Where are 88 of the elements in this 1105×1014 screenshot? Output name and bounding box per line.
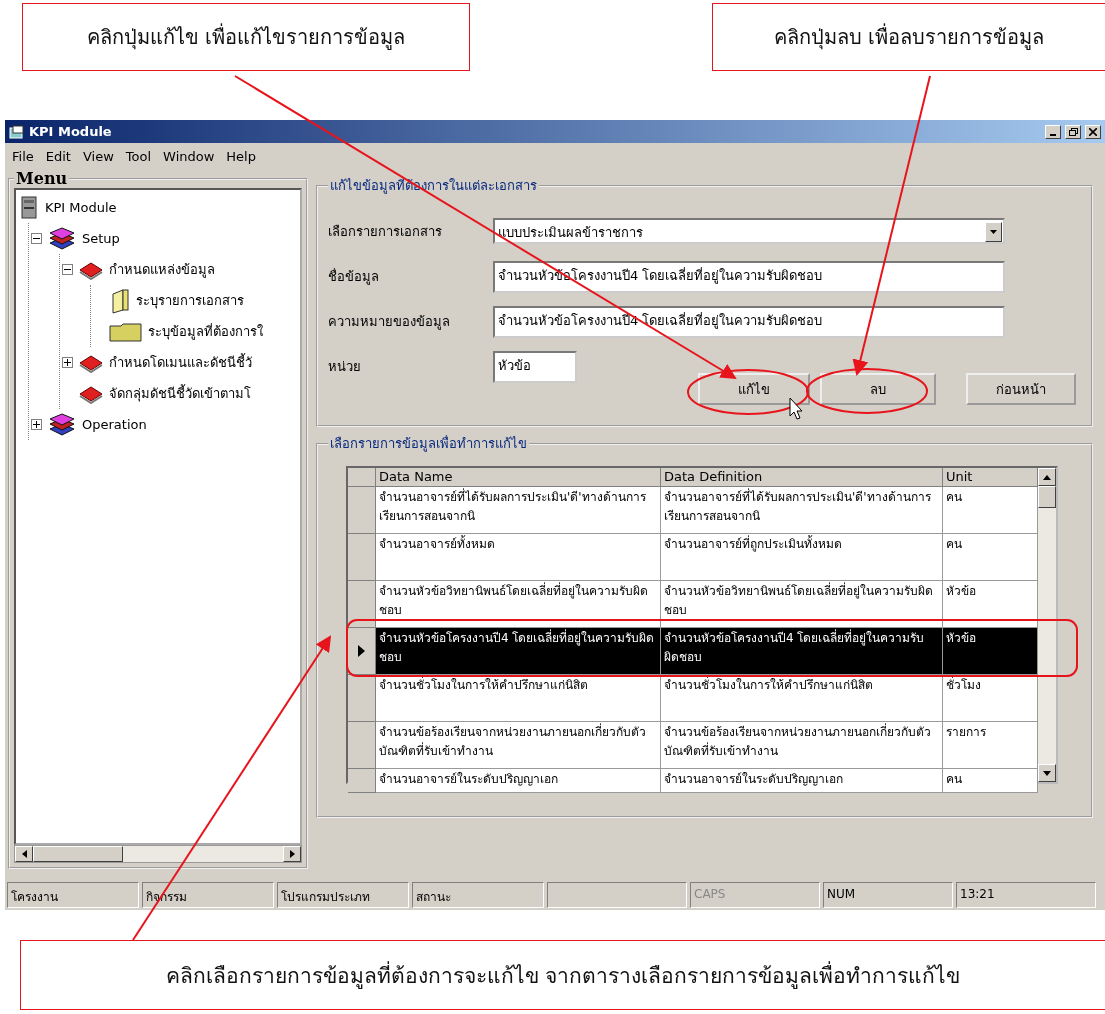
status-pane: โปรแกรมประเภท — [277, 882, 409, 908]
menu-item[interactable]: File — [9, 148, 37, 164]
down-arrow-icon — [1043, 770, 1051, 776]
field-label: ความหมายของข้อมูล — [328, 313, 451, 332]
document-dropdown[interactable]: แบบประเมินผลข้าราชการ — [493, 218, 1005, 244]
expand-box[interactable] — [62, 357, 73, 368]
minimize-icon — [1050, 133, 1056, 136]
computer-icon — [20, 195, 40, 220]
table-cell: จำนวนหัวข้อวิทยานิพนธ์โดยเฉลี่ยที่อยู่ในความรับผิดชอบ — [376, 581, 661, 628]
table-cell: จำนวนอาจารย์ในระดับปริญญาเอก — [661, 769, 943, 793]
vertical-scrollbar[interactable] — [1038, 468, 1056, 782]
table-cell: จำนวนหัวข้อโครงงานปี4 โดยเฉลี่ยที่อยู่ในความรับผิดชอบ — [376, 628, 661, 675]
close-icon — [1089, 127, 1097, 136]
table-cell: จำนวนหัวข้อโครงงานปี4 โดยเฉลี่ยที่อยู่ในความรับผิดชอบ — [661, 628, 943, 675]
menu-item[interactable]: Tool — [122, 148, 155, 164]
field-label: หน่วย — [328, 358, 362, 376]
status-pane: โครงงาน — [7, 882, 139, 908]
tree-item[interactable]: ระบุข้อมูลที่ต้องการใ — [148, 321, 263, 342]
table-cell: คน — [943, 487, 1038, 534]
table-cell: จำนวนข้อร้องเรียนจากหน่วยงานภายนอกเกี่ยวกับตัวบัณฑิตที่รับเข้าทำงาน — [661, 722, 943, 769]
form-button[interactable]: แก้ไข — [698, 373, 810, 405]
horizontal-scrollbar[interactable] — [14, 845, 302, 863]
panel-title: Menu — [15, 169, 69, 188]
tree-item[interactable]: กำหนดแหล่งข้อมูล — [109, 259, 215, 280]
menu-item[interactable]: Window — [160, 148, 218, 164]
caret-icon — [990, 230, 997, 234]
table-cell: หัวข้อ — [943, 581, 1038, 628]
tree-item[interactable]: Operation — [82, 417, 147, 432]
menu-item[interactable]: View — [79, 148, 117, 164]
input-field[interactable]: หัวข้อ — [493, 350, 577, 383]
menu-item[interactable]: Edit — [42, 148, 74, 164]
table-cell: จำนวนอาจารย์ในระดับปริญญาเอก — [376, 769, 661, 793]
folder-icon — [109, 321, 143, 342]
tree-item[interactable]: จัดกลุ่มดัชนีชี้วัดเข้าตามโ — [109, 383, 251, 404]
app-icon — [9, 124, 25, 139]
books-icon — [47, 411, 77, 438]
form-button[interactable]: ลบ — [820, 373, 936, 405]
callout-text: คลิกปุ่มลบ เพื่อลบรายการข้อมูล — [712, 3, 1105, 71]
table-cell: จำนวนอาจารย์ที่ได้รับผลการประเมิน'ดี'ทางด้านการเรียนการสอนจากนิ — [376, 487, 661, 534]
callout-text: คลิกปุ่มแก้ไข เพื่อแก้ไขรายการข้อมูล — [22, 3, 470, 71]
mouse-pointer-icon — [789, 397, 803, 420]
tree-item[interactable]: KPI Module — [45, 200, 117, 215]
table-cell: หัวข้อ — [943, 628, 1038, 675]
scroll-thumb[interactable] — [33, 846, 123, 862]
table-cell: จำนวนอาจารย์ทั้งหมด — [376, 534, 661, 581]
table-cell: จำนวนชั่วโมงในการให้คำปรึกษาแก่นิสิต — [661, 675, 943, 722]
collapse-box[interactable] — [31, 233, 42, 244]
window-title: KPI Module — [29, 124, 113, 139]
table-cell: จำนวนหัวข้อวิทยานิพนธ์โดยเฉลี่ยที่อยู่ในความรับผิดชอบ — [661, 581, 943, 628]
row-header[interactable] — [348, 628, 376, 675]
field-label: ชื่อข้อมูล — [328, 267, 380, 287]
callout-text: คลิกเลือกรายการข้อมูลที่ต้องการจะแก้ไข จากตารางเลือกรายการข้อมูลเพื่อทำการแก้ไข — [20, 940, 1105, 1010]
table-cell: จำนวนอาจารย์ที่ถูกประเมินทั้งหมด — [661, 534, 943, 581]
table-cell: คน — [943, 534, 1038, 581]
minimize-button[interactable] — [1045, 124, 1061, 139]
table-cell: คน — [943, 769, 1038, 793]
tree-item[interactable]: ระบุรายการเอกสาร — [136, 290, 244, 311]
right-arrow-icon — [289, 850, 295, 858]
table-cell: จำนวนข้อร้องเรียนจากหน่วยงานภายนอกเกี่ยวกับตัวบัณฑิตที่รับเข้าทำงาน — [376, 722, 661, 769]
left-arrow-icon — [21, 850, 27, 858]
maximize-icon — [1068, 127, 1078, 136]
table-cell: ชั่วโมง — [943, 675, 1038, 722]
table-cell: รายการ — [943, 722, 1038, 769]
form-button[interactable]: ก่อนหน้า — [966, 373, 1076, 405]
menu-item[interactable]: Help — [223, 148, 259, 164]
field-label: เลือกรายการเอกสาร — [328, 222, 443, 241]
group-title: เลือกรายการข้อมูลเพื่อทำการแก้ไข — [329, 434, 528, 454]
tree-item[interactable]: กำหนดโดเมนและดัชนีชี้วั — [109, 352, 252, 373]
current-row-icon — [358, 645, 365, 657]
table-cell: จำนวนชั่วโมงในการให้คำปรึกษาแก่นิสิต — [376, 675, 661, 722]
collapse-box[interactable] — [62, 264, 73, 275]
column-header[interactable]: Data Name — [376, 468, 661, 487]
close-button[interactable] — [1085, 124, 1101, 139]
column-header[interactable]: Data Definition — [661, 468, 943, 487]
status-pane: สถานะ — [412, 882, 544, 908]
column-header[interactable]: Unit — [943, 468, 1038, 487]
books-icon — [47, 225, 77, 252]
up-arrow-icon — [1043, 474, 1051, 480]
binder-icon — [109, 287, 131, 314]
maximize-button[interactable] — [1065, 124, 1081, 139]
scroll-thumb[interactable] — [1038, 486, 1056, 508]
tree-item[interactable]: Setup — [82, 231, 120, 246]
expand-box[interactable] — [31, 419, 42, 430]
status-pane: NUM — [823, 882, 953, 908]
table-cell: จำนวนอาจารย์ที่ได้รับผลการประเมิน'ดี'ทางด้านการเรียนการสอนจากนิ — [661, 487, 943, 534]
status-pane: 13:21 — [956, 882, 1096, 908]
input-field[interactable]: จำนวนหัวข้อโครงงานปี4 โดยเฉลี่ยที่อยู่ในความรับผิดชอบ — [493, 305, 1005, 338]
status-pane: CAPS — [690, 882, 820, 908]
